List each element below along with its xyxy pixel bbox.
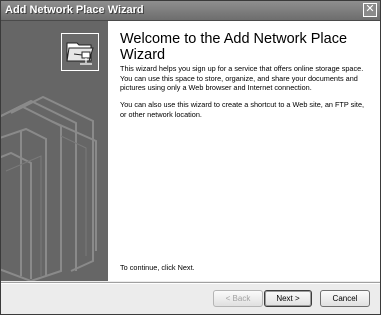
network-folder-icon [66, 42, 94, 65]
continue-instruction: To continue, click Next. [120, 263, 195, 272]
shortcut-paragraph: You can also use this wizard to create a… [120, 100, 365, 119]
window-title: Add Network Place Wizard [5, 4, 144, 16]
close-icon: ✕ [365, 3, 375, 15]
button-separator [1, 282, 380, 284]
title-bar[interactable]: Add Network Place Wizard ✕ [1, 1, 380, 21]
cancel-button[interactable]: Cancel [320, 290, 370, 307]
wizard-content: Welcome to the Add Network Place Wizard … [108, 21, 380, 281]
next-button[interactable]: Next > [264, 290, 312, 307]
wizard-side-panel [1, 21, 108, 281]
close-button[interactable]: ✕ [363, 3, 377, 17]
wizard-window: Add Network Place Wizard ✕ Welcome to th… [0, 0, 381, 315]
back-button[interactable]: < Back [213, 290, 263, 307]
wizard-icon-frame [61, 33, 99, 71]
page-title: Welcome to the Add Network Place Wizard [120, 31, 348, 63]
intro-paragraph: This wizard helps you sign up for a serv… [120, 64, 364, 93]
